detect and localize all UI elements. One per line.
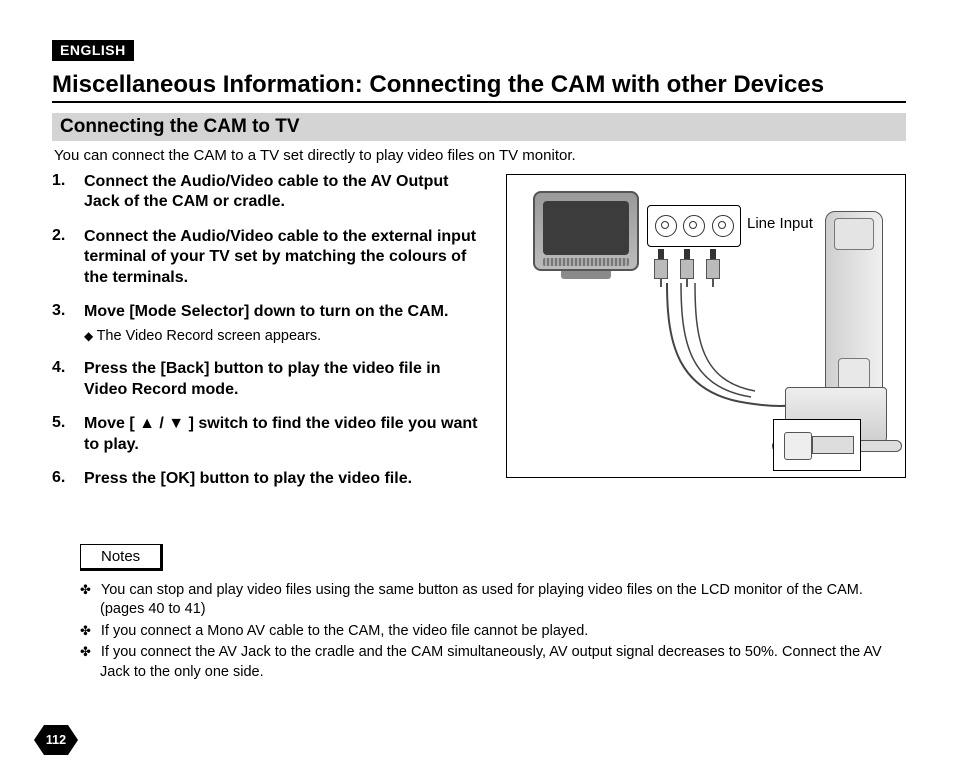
- step-text: Press the [OK] button to play the video …: [84, 469, 412, 489]
- step-text: Move [Mode Selector] down to turn on the…: [84, 302, 448, 345]
- step-number: 6.: [52, 469, 84, 487]
- step-text: Connect the Audio/Video cable to the ext…: [84, 227, 488, 288]
- step-3: 3. Move [Mode Selector] down to turn on …: [52, 302, 488, 345]
- step-text: Connect the Audio/Video cable to the AV …: [84, 172, 488, 213]
- plug-icon: [653, 249, 669, 283]
- step-5: 5. Move [ ▲ / ▼ ] switch to find the vid…: [52, 414, 488, 455]
- inset-detail: [773, 419, 861, 471]
- content-row: 1. Connect the Audio/Video cable to the …: [52, 172, 906, 504]
- intro-text: You can connect the CAM to a TV set dire…: [54, 147, 906, 164]
- step-main: Move [Mode Selector] down to turn on the…: [84, 303, 448, 320]
- note-item: If you connect the AV Jack to the cradle…: [80, 643, 906, 682]
- mini-plug-icon: [812, 436, 854, 454]
- notes-label: Notes: [80, 544, 163, 571]
- note-item: If you connect a Mono AV cable to the CA…: [80, 622, 906, 642]
- av-jack-panel: [647, 205, 741, 247]
- tv-icon: [533, 191, 639, 283]
- step-number: 4.: [52, 359, 84, 377]
- plug-icon: [705, 249, 721, 283]
- camcorder-icon: [825, 211, 883, 409]
- step-number: 5.: [52, 414, 84, 432]
- plug-icon: [679, 249, 695, 283]
- language-badge: ENGLISH: [52, 40, 134, 61]
- section-title: Connecting the CAM to TV: [52, 113, 906, 141]
- connection-diagram: Line Input: [506, 174, 906, 478]
- page-title: Miscellaneous Information: Connecting th…: [52, 71, 906, 103]
- step-2: 2. Connect the Audio/Video cable to the …: [52, 227, 488, 288]
- jack-white-icon: [683, 215, 705, 237]
- jack-yellow-icon: [655, 215, 677, 237]
- step-text: Press the [Back] button to play the vide…: [84, 359, 488, 400]
- page-number: 112: [46, 733, 66, 747]
- steps-column: 1. Connect the Audio/Video cable to the …: [52, 172, 506, 504]
- page-number-badge: 112: [34, 725, 78, 755]
- step-text: Move [ ▲ / ▼ ] switch to find the video …: [84, 414, 488, 455]
- av-port-icon: [784, 432, 812, 460]
- steps-list: 1. Connect the Audio/Video cable to the …: [52, 172, 488, 490]
- figure-column: Line Input: [506, 174, 906, 478]
- step-6: 6. Press the [OK] button to play the vid…: [52, 469, 488, 489]
- step-number: 1.: [52, 172, 84, 190]
- manual-page: ENGLISH Miscellaneous Information: Conne…: [0, 0, 954, 779]
- notes-list: You can stop and play video files using …: [80, 581, 906, 683]
- note-item: You can stop and play video files using …: [80, 581, 906, 620]
- step-4: 4. Press the [Back] button to play the v…: [52, 359, 488, 400]
- jack-red-icon: [712, 215, 734, 237]
- step-sub: The Video Record screen appears.: [84, 327, 448, 346]
- notes-section: Notes You can stop and play video files …: [80, 544, 906, 683]
- step-number: 2.: [52, 227, 84, 245]
- step-1: 1. Connect the Audio/Video cable to the …: [52, 172, 488, 213]
- step-number: 3.: [52, 302, 84, 320]
- av-plugs: [653, 249, 721, 283]
